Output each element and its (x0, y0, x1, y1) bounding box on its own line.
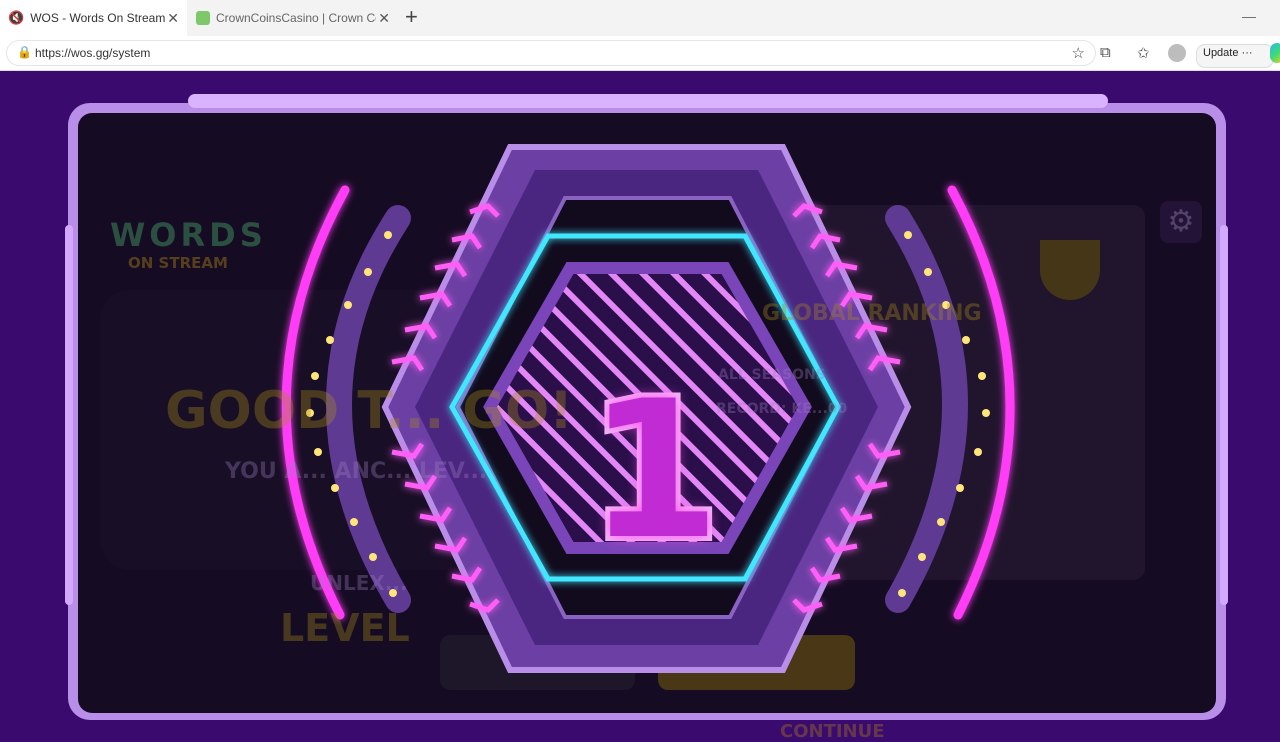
extensions-icon[interactable]: ⧉ (1100, 44, 1111, 61)
update-button[interactable]: Update ··· (1196, 44, 1274, 68)
lock-icon[interactable]: 🔒 (17, 45, 32, 59)
bg-subheading: YOU A... ANC... LEV... (225, 459, 488, 484)
all-seasons-label: ALL SEASONS (718, 367, 826, 383)
wos-logo: WORDS ON STREAM (110, 216, 267, 272)
close-icon[interactable]: ✕ (167, 10, 179, 27)
new-tab-icon[interactable]: + (405, 4, 418, 30)
countdown-number: 1 (583, 360, 725, 581)
bg-heading: GOOD T... GO! (165, 381, 573, 441)
browser-tab-bar: 🔇 WOS - Words On Stream ✕ CrownCoinsCasi… (0, 0, 1280, 37)
game-area: WORDS ON STREAM GOOD T... GO! YOU A... A… (0, 71, 1280, 742)
settings-gear-icon[interactable]: ⚙ (1160, 201, 1202, 243)
profile-avatar[interactable] (1168, 44, 1186, 62)
continue-button-label: CONTINUE (780, 721, 885, 742)
update-label: Update (1203, 47, 1239, 59)
url-text[interactable]: https://wos.gg/system (35, 46, 150, 60)
more-icon[interactable]: ··· (1242, 47, 1253, 59)
favorite-star-icon[interactable]: ☆ (1072, 44, 1085, 62)
tab-title: CrownCoinsCasino | Crown Coins (216, 11, 376, 25)
tab-wos[interactable]: 🔇 WOS - Words On Stream ✕ (0, 0, 187, 36)
trophy-icon (1040, 240, 1100, 300)
ranking-title: GLOBAL RANKING (762, 301, 982, 326)
address-bar-row: 🔒 https://wos.gg/system ☆ ⧉ ✩ (0, 36, 1280, 71)
tab-title: WOS - Words On Stream (30, 11, 166, 25)
tab-crowncoins[interactable]: CrownCoinsCasino | Crown Coins ✕ (188, 0, 398, 36)
favorites-icon[interactable]: ✩ (1137, 44, 1150, 62)
muted-speaker-icon[interactable]: 🔇 (8, 10, 24, 26)
copilot-icon[interactable] (1270, 43, 1280, 63)
bg-unlock-text: UNLEX... (310, 571, 408, 595)
minimize-icon[interactable]: — (1242, 8, 1256, 24)
favicon-icon (196, 11, 210, 25)
bg-level-text: LEVEL (280, 606, 410, 650)
close-icon[interactable]: ✕ (378, 10, 390, 27)
record-label: RECORD: KE...00 (716, 401, 848, 417)
address-bar[interactable]: 🔒 https://wos.gg/system ☆ (6, 40, 1096, 66)
top-frame-bar (188, 94, 1108, 108)
